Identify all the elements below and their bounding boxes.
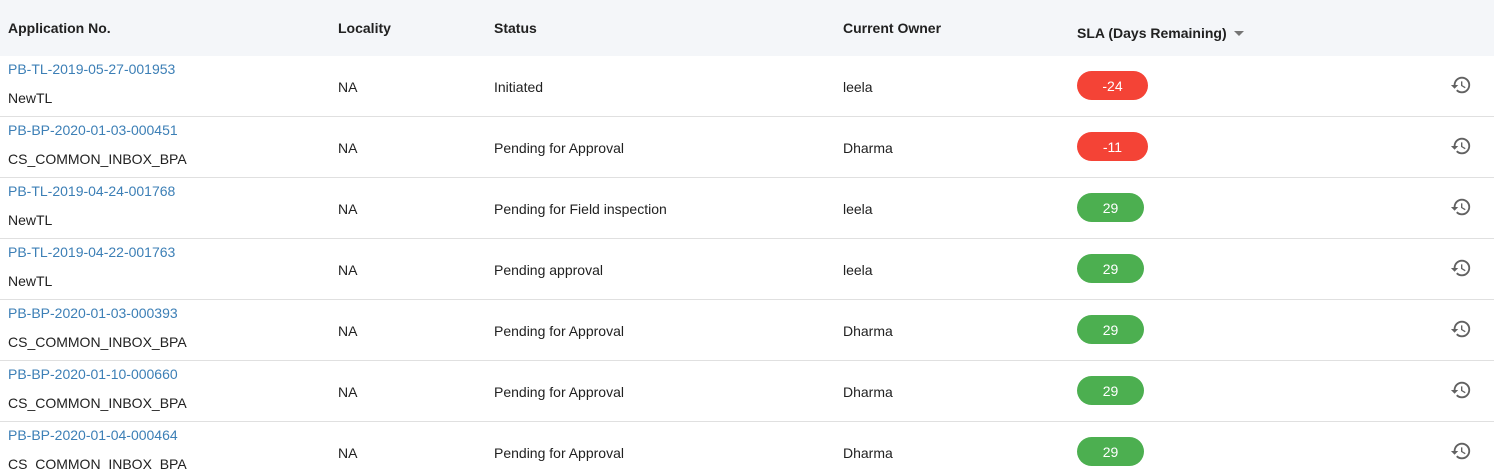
sla-badge: -24 (1077, 71, 1148, 100)
application-type: CS_COMMON_INBOX_BPA (8, 456, 187, 471)
table-row: PB-BP-2020-01-10-000660 CS_COMMON_INBOX_… (0, 361, 1494, 422)
current-owner-cell: leela (843, 201, 873, 217)
table-body: PB-TL-2019-05-27-001953 NewTL NA Initiat… (0, 56, 1494, 471)
application-no-link[interactable]: PB-TL-2019-04-24-001768 (8, 183, 175, 199)
table-row: PB-TL-2019-04-24-001768 NewTL NA Pending… (0, 178, 1494, 239)
application-type: CS_COMMON_INBOX_BPA (8, 395, 187, 411)
table-row: PB-BP-2020-01-04-000464 CS_COMMON_INBOX_… (0, 422, 1494, 471)
status-cell: Pending for Field inspection (494, 201, 667, 217)
inbox-table: Application No. Locality Status Current … (0, 0, 1494, 471)
current-owner-cell: Dharma (843, 140, 893, 156)
locality-cell: NA (338, 140, 358, 156)
locality-cell: NA (338, 445, 358, 461)
application-type: NewTL (8, 273, 53, 289)
application-type: NewTL (8, 90, 53, 106)
application-no-link[interactable]: PB-BP-2020-01-10-000660 (8, 366, 178, 382)
history-icon[interactable] (1450, 379, 1472, 401)
locality-cell: NA (338, 384, 358, 400)
current-owner-cell: Dharma (843, 323, 893, 339)
status-cell: Pending for Approval (494, 140, 624, 156)
sla-badge: 29 (1077, 437, 1144, 466)
header-current-owner: Current Owner (843, 20, 942, 36)
sla-badge: 29 (1077, 254, 1144, 283)
application-no-link[interactable]: PB-BP-2020-01-03-000393 (8, 305, 178, 321)
application-no-link[interactable]: PB-BP-2020-01-04-000464 (8, 427, 178, 443)
application-type: NewTL (8, 212, 53, 228)
history-icon[interactable] (1450, 135, 1472, 157)
locality-cell: NA (338, 201, 358, 217)
header-sla-label: SLA (Days Remaining) (1077, 25, 1227, 41)
sla-badge: 29 (1077, 193, 1144, 222)
locality-cell: NA (338, 79, 358, 95)
sla-badge: -11 (1077, 132, 1148, 161)
table-row: PB-TL-2019-04-22-001763 NewTL NA Pending… (0, 239, 1494, 300)
history-icon[interactable] (1450, 257, 1472, 279)
current-owner-cell: Dharma (843, 384, 893, 400)
history-icon[interactable] (1450, 196, 1472, 218)
sort-descending-icon (1233, 31, 1244, 36)
status-cell: Pending for Approval (494, 323, 624, 339)
sla-badge: 29 (1077, 315, 1144, 344)
table-row: PB-BP-2020-01-03-000451 CS_COMMON_INBOX_… (0, 117, 1494, 178)
application-no-link[interactable]: PB-BP-2020-01-03-000451 (8, 122, 178, 138)
table-header: Application No. Locality Status Current … (0, 0, 1494, 56)
locality-cell: NA (338, 323, 358, 339)
table-row: PB-TL-2019-05-27-001953 NewTL NA Initiat… (0, 56, 1494, 117)
header-sla-sort[interactable]: SLA (Days Remaining) (1077, 25, 1244, 41)
status-cell: Pending approval (494, 262, 603, 278)
current-owner-cell: Dharma (843, 445, 893, 461)
history-icon[interactable] (1450, 440, 1472, 462)
status-cell: Pending for Approval (494, 445, 624, 461)
status-cell: Pending for Approval (494, 384, 624, 400)
application-no-link[interactable]: PB-TL-2019-05-27-001953 (8, 61, 175, 77)
table-row: PB-BP-2020-01-03-000393 CS_COMMON_INBOX_… (0, 300, 1494, 361)
header-locality: Locality (338, 20, 391, 36)
header-status: Status (494, 20, 537, 36)
header-application-no: Application No. (8, 20, 111, 36)
locality-cell: NA (338, 262, 358, 278)
current-owner-cell: leela (843, 262, 873, 278)
current-owner-cell: leela (843, 79, 873, 95)
application-type: CS_COMMON_INBOX_BPA (8, 334, 187, 350)
application-type: CS_COMMON_INBOX_BPA (8, 151, 187, 167)
sla-badge: 29 (1077, 376, 1144, 405)
history-icon[interactable] (1450, 318, 1472, 340)
application-no-link[interactable]: PB-TL-2019-04-22-001763 (8, 244, 175, 260)
history-icon[interactable] (1450, 74, 1472, 96)
status-cell: Initiated (494, 79, 544, 95)
